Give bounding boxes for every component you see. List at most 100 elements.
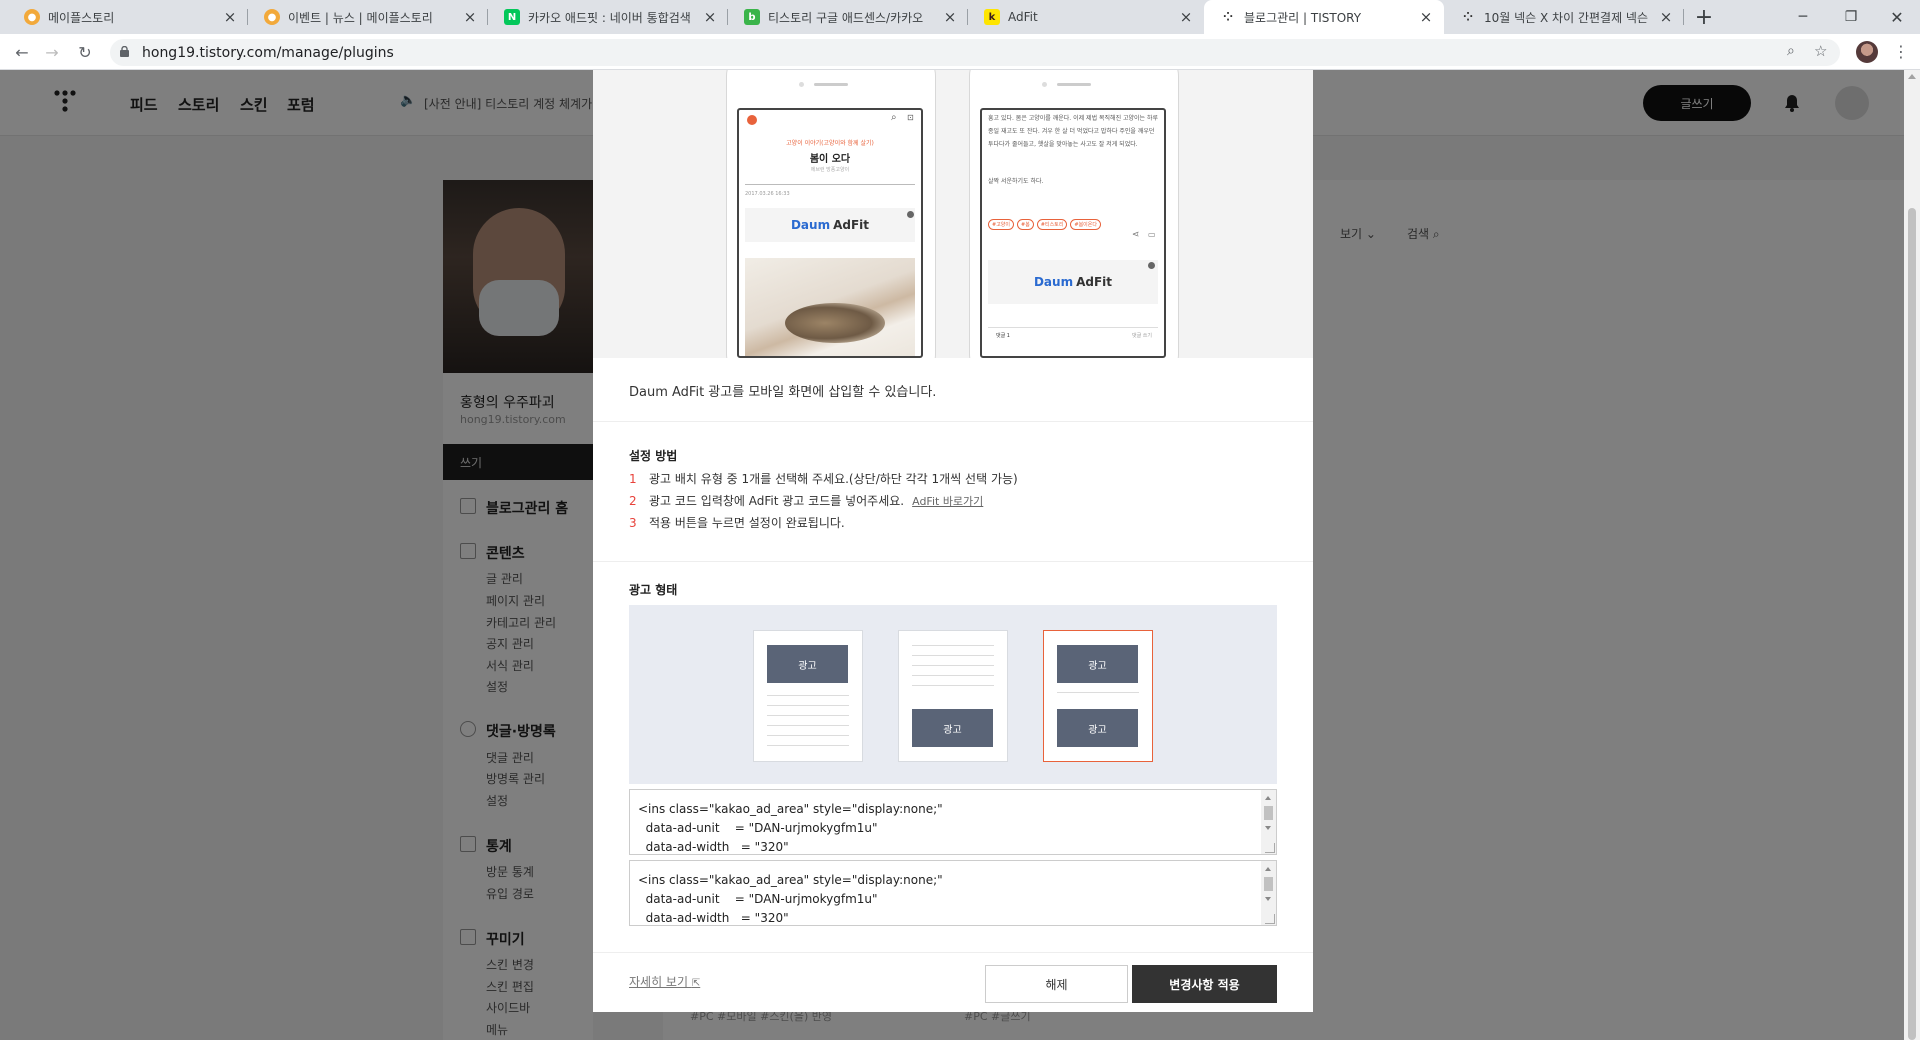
- ad-type-title: 광고 형태: [629, 583, 678, 597]
- tistory-icon: ⁘: [1462, 10, 1474, 24]
- browser-tab-strip: ● 메이플스토리 × ● 이벤트 | 뉴스 | 메이플스토리 × N 카카오 애…: [0, 0, 1920, 34]
- adfit-label: AdFit: [1076, 275, 1113, 289]
- phone-mockup-bottom-ad: 흥고 있다. 봄은 고양이를 깨운다. 이제 제법 목직해진 고양이는 하루 종…: [969, 70, 1179, 358]
- menu-dot-icon: [747, 115, 757, 125]
- info-icon: [1148, 262, 1155, 269]
- ad-type-bottom[interactable]: 광고: [898, 630, 1008, 762]
- preview-tagline: 고양이 이야기(고양이와 함께 살기): [786, 140, 874, 147]
- preview-comment-write: 댓글 쓰기: [1132, 333, 1152, 339]
- bookmark-star-icon[interactable]: ☆: [1814, 42, 1827, 60]
- setup-title: 설정 방법: [629, 449, 678, 463]
- divider: [593, 561, 1313, 562]
- setup-step: 2 광고 코드 입력창에 AdFit 광고 코드를 넣어주세요. AdFit 바로가…: [629, 494, 984, 508]
- address-bar[interactable]: hong19.tistory.com/manage/plugins ⌕ ☆: [110, 39, 1840, 66]
- phone-mockup-top-ad: ⌕ ⊡ 고양이 이야기(고양이와 함께 살기) 봄이 오다 에브런 방풍고양이 …: [726, 70, 936, 358]
- url-text: hong19.tistory.com/manage/plugins: [142, 45, 394, 61]
- share-icon: ⋖: [1132, 230, 1140, 240]
- close-tab-icon[interactable]: ×: [942, 8, 958, 26]
- tab-title: 메이플스토리: [48, 10, 115, 25]
- setup-step: 1 광고 배치 유형 중 1개를 선택해 주세요.(상단/하단 각각 1개씩 선택…: [629, 472, 1018, 486]
- ad-placeholder: 광고: [1057, 645, 1138, 683]
- ad-code-input-top[interactable]: <ins class="kakao_ad_area" style="displa…: [629, 789, 1277, 855]
- adfit-label: AdFit: [833, 218, 870, 232]
- adfit-shortcut-link[interactable]: AdFit 바로가기: [912, 495, 983, 508]
- close-tab-icon[interactable]: ×: [222, 8, 238, 26]
- info-icon: [907, 211, 914, 218]
- restore-icon[interactable]: ❐: [1828, 0, 1874, 34]
- lock-icon: [120, 46, 129, 57]
- more-info-link[interactable]: 자세히 보기 ⇱: [629, 973, 700, 990]
- mobile-preview: ⌕ ⊡ 고양이 이야기(고양이와 함께 살기) 봄이 오다 에브런 방풍고양이 …: [593, 70, 1313, 358]
- maple-icon: ●: [264, 9, 280, 25]
- tab-title: AdFit: [1008, 10, 1038, 24]
- daum-logo-icon: Daum: [790, 218, 831, 232]
- ad-type-top-bottom-selected[interactable]: 광고 광고: [1043, 630, 1153, 762]
- page-scrollbar[interactable]: [1904, 70, 1920, 1040]
- back-icon[interactable]: ←: [10, 40, 34, 64]
- close-tab-icon[interactable]: ×: [1658, 8, 1674, 26]
- bookmark-icon: ▭: [1148, 230, 1156, 239]
- tab-title: 10월 넥슨 X 차이 간편결제 넥슨: [1484, 10, 1649, 25]
- preview-date: 2017.03.26 16:33: [745, 191, 790, 197]
- menu-dots-icon[interactable]: ⋮: [1893, 42, 1909, 61]
- tab-title: 이벤트 | 뉴스 | 메이플스토리: [288, 10, 433, 25]
- browser-tab[interactable]: ● 메이플스토리 ×: [8, 0, 248, 34]
- naver-icon: N: [504, 9, 520, 25]
- close-tab-icon[interactable]: ×: [702, 8, 718, 26]
- tab-title: 티스토리 구글 애드센스/카카오: [768, 10, 924, 25]
- daum-logo-icon: Daum: [1033, 275, 1074, 289]
- tistory-icon: ⁘: [1222, 10, 1234, 24]
- phone-screen: 흥고 있다. 봄은 고양이를 깨운다. 이제 제법 목직해진 고양이는 하루 종…: [980, 108, 1166, 358]
- search-icon: ⌕: [891, 112, 897, 123]
- tab-title: 카카오 애드핏 : 네이버 통합검색: [528, 10, 691, 25]
- close-tab-icon[interactable]: ×: [462, 8, 478, 26]
- disable-button[interactable]: 해제: [985, 965, 1128, 1003]
- ad-code-input-bottom[interactable]: <ins class="kakao_ad_area" style="displa…: [629, 860, 1277, 926]
- divider: [593, 421, 1313, 422]
- close-window-icon[interactable]: ✕: [1874, 0, 1920, 34]
- ad-placeholder: 광고: [912, 709, 993, 747]
- apply-changes-button[interactable]: 변경사항 적용: [1132, 965, 1277, 1003]
- lock-icon: ⊡: [907, 113, 914, 122]
- zoom-icon[interactable]: ⌕: [1787, 43, 1795, 59]
- adfit-ad-box: Daum AdFit: [745, 208, 915, 242]
- preview-post-title: 봄이 오다: [809, 154, 851, 165]
- forward-icon[interactable]: →: [40, 40, 64, 64]
- ad-placeholder: 광고: [1057, 709, 1138, 747]
- phone-screen: ⌕ ⊡ 고양이 이야기(고양이와 함께 살기) 봄이 오다 에브런 방풍고양이 …: [737, 108, 923, 358]
- tab-title: 블로그관리 | TISTORY: [1244, 10, 1362, 25]
- browser-tab[interactable]: N 카카오 애드핏 : 네이버 통합검색 ×: [488, 0, 728, 34]
- adfit-plugin-modal: ⌕ ⊡ 고양이 이야기(고양이와 함께 살기) 봄이 오다 에브런 방풍고양이 …: [593, 70, 1313, 1012]
- browser-tab[interactable]: ● 이벤트 | 뉴스 | 메이플스토리 ×: [248, 0, 488, 34]
- preview-comment: 댓글 1: [996, 333, 1010, 339]
- browser-tab-active[interactable]: ⁘ 블로그관리 | TISTORY ×: [1204, 0, 1444, 34]
- profile-avatar[interactable]: [1856, 41, 1878, 63]
- cat-photo: [745, 258, 915, 356]
- preview-body-text: 흥고 있다. 봄은 고양이를 깨운다. 이제 제법 목직해진 고양이는 하루 종…: [988, 115, 1159, 148]
- browser-tab[interactable]: k AdFit ×: [968, 0, 1204, 34]
- resize-handle-icon[interactable]: [1265, 843, 1275, 853]
- resize-handle-icon[interactable]: [1265, 914, 1275, 924]
- ad-type-top[interactable]: 광고: [753, 630, 863, 762]
- preview-post-sub: 에브런 방풍고양이: [810, 167, 850, 173]
- preview-tags: #고양이 #봄 #티스토리 #봄이온다: [988, 211, 1104, 230]
- new-tab-button[interactable]: +: [1692, 5, 1716, 30]
- browser-tab[interactable]: b 티스토리 구글 애드센스/카카오 ×: [728, 0, 968, 34]
- blog-icon: b: [744, 9, 760, 25]
- browser-tab[interactable]: ⁘ 10월 넥슨 X 차이 간편결제 넥슨 ×: [1444, 0, 1684, 34]
- kakao-icon: k: [984, 9, 1000, 25]
- divider: [593, 952, 1313, 953]
- reload-icon[interactable]: ↻: [73, 40, 97, 64]
- preview-body-text-2: 살짝 서운하기도 하다.: [988, 178, 1044, 185]
- close-tab-icon[interactable]: ×: [1418, 8, 1434, 26]
- close-tab-icon[interactable]: ×: [1178, 8, 1194, 26]
- browser-toolbar: ← → ↻ hong19.tistory.com/manage/plugins …: [0, 34, 1920, 70]
- adfit-ad-box: Daum AdFit: [988, 260, 1158, 304]
- scrollbar-thumb[interactable]: [1908, 208, 1916, 1040]
- ad-placeholder: 광고: [767, 645, 848, 683]
- external-link-icon: ⇱: [691, 978, 701, 989]
- maple-icon: ●: [24, 9, 40, 25]
- minimize-icon[interactable]: ─: [1780, 0, 1826, 34]
- modal-description: Daum AdFit 광고를 모바일 화면에 삽입할 수 있습니다.: [629, 385, 937, 400]
- ad-type-selector: 광고 광고 광고 광고: [629, 605, 1277, 784]
